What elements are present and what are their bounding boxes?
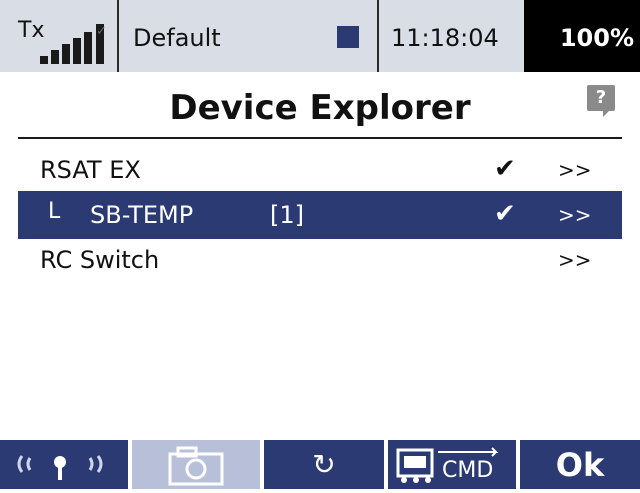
transmitter-signal-icon (17, 455, 103, 480)
check-icon: ✔ (494, 154, 516, 184)
time-label: 11:18:04 (391, 24, 499, 52)
device-cmd-button[interactable]: CMD (388, 440, 516, 489)
ok-button[interactable]: Ok (520, 440, 640, 489)
camera-icon (168, 446, 224, 486)
camera-button[interactable] (132, 440, 260, 489)
model-name: Default (133, 24, 221, 52)
device-index: [1] (270, 201, 304, 229)
refresh-button[interactable]: ↻ (264, 440, 384, 489)
signal-bars-icon: ✓ (40, 24, 110, 64)
open-arrow-icon[interactable]: >> (558, 203, 592, 227)
page-title: Device Explorer (169, 88, 471, 128)
help-icon[interactable]: ? (587, 85, 615, 117)
ok-label: Ok (555, 446, 605, 484)
device-name: RSAT EX (40, 156, 141, 184)
device-row-rsat-ex[interactable]: RSAT EX ✔ >> (18, 146, 622, 194)
battery-label: 100% (559, 24, 634, 52)
tx-signal-indicator: Tx ✓ (0, 0, 119, 72)
open-arrow-icon[interactable]: >> (558, 158, 592, 182)
open-arrow-icon[interactable]: >> (558, 248, 592, 272)
model-selector[interactable]: Default (119, 0, 379, 72)
battery-indicator: 100% (524, 0, 640, 72)
tree-branch-icon: L (48, 199, 61, 224)
device-name: SB-TEMP (90, 201, 194, 229)
battery-icon (524, 26, 532, 46)
cmd-label: CMD (442, 458, 494, 483)
status-bar: Tx ✓ Default 11:18:04 100% (0, 0, 640, 72)
check-icon: ✔ (494, 199, 516, 229)
device-row-sb-temp[interactable]: L SB-TEMP [1] ✔ >> (18, 191, 622, 239)
header-divider (18, 137, 622, 139)
signal-check-icon: ✓ (96, 24, 107, 64)
bottom-toolbar: ↻ CMD Ok (0, 440, 640, 489)
refresh-icon: ↻ (312, 448, 336, 481)
device-row-rc-switch[interactable]: RC Switch >> (18, 236, 622, 284)
clock: 11:18:04 (379, 0, 524, 72)
device-name: RC Switch (40, 246, 160, 274)
model-color-swatch (337, 26, 359, 48)
transmitter-button[interactable] (0, 440, 128, 489)
